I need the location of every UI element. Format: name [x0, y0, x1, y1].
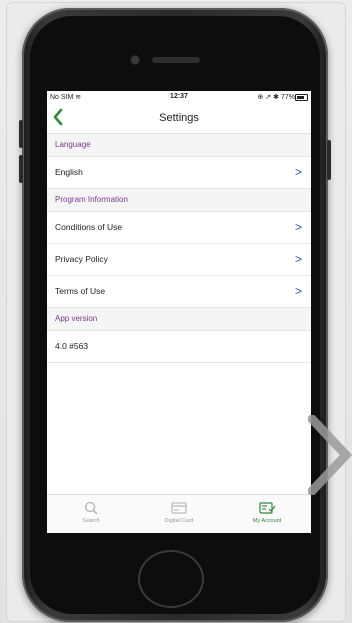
conditions-of-use-row[interactable]: Conditions of Use >: [47, 212, 311, 244]
page-title: Settings: [159, 112, 199, 124]
app-screen: No SIM ≋ 12:37 ⊕ ➚ ✱ 77% Settings Langua…: [47, 91, 311, 533]
row-label: Terms of Use: [55, 286, 106, 296]
tab-label: My Account: [252, 518, 282, 524]
section-header-program-information: Program Information: [47, 189, 311, 212]
row-label: English: [55, 167, 83, 177]
tab-my-account[interactable]: My Account: [223, 495, 311, 533]
terms-of-use-row[interactable]: Terms of Use >: [47, 276, 311, 308]
privacy-policy-row[interactable]: Privacy Policy >: [47, 244, 311, 276]
chevron-right-icon[interactable]: [308, 415, 352, 495]
volume-button: [19, 120, 23, 148]
row-label: Privacy Policy: [55, 254, 108, 264]
tab-bar: Search Digital Card My Account: [47, 494, 311, 533]
tab-digital-card[interactable]: Digital Card: [135, 495, 223, 533]
section-header-language: Language: [47, 134, 311, 157]
account-icon: [259, 502, 276, 514]
section-header-app-version: App version: [47, 308, 311, 331]
tab-label: Search: [82, 518, 100, 524]
power-button: [327, 140, 331, 180]
camera-icon: [131, 56, 139, 64]
tab-label: Digital Card: [164, 518, 194, 524]
tab-search[interactable]: Search: [47, 495, 135, 533]
app-version-row: 4.0 #563: [47, 331, 311, 363]
status-bar: No SIM ≋ 12:37 ⊕ ➚ ✱ 77%: [47, 91, 311, 105]
volume-button: [19, 155, 23, 183]
row-label: Conditions of Use: [55, 222, 123, 232]
chevron-right-icon: >: [294, 220, 302, 234]
card-icon: [171, 502, 187, 514]
chevron-right-icon: >: [294, 165, 302, 179]
speaker-grille: [152, 57, 200, 63]
language-row[interactable]: English >: [47, 157, 311, 189]
chevron-right-icon: >: [294, 284, 302, 298]
home-button[interactable]: [138, 550, 204, 608]
settings-list: Language English > Program Information C…: [47, 134, 311, 363]
search-icon: [84, 501, 98, 515]
nav-bar: Settings: [47, 105, 311, 134]
chevron-right-icon: >: [294, 252, 302, 266]
battery-percent: ⊕ ➚ ✱ 77%: [257, 94, 295, 101]
app-version-value: 4.0 #563: [55, 341, 89, 351]
battery-icon: [295, 94, 308, 101]
